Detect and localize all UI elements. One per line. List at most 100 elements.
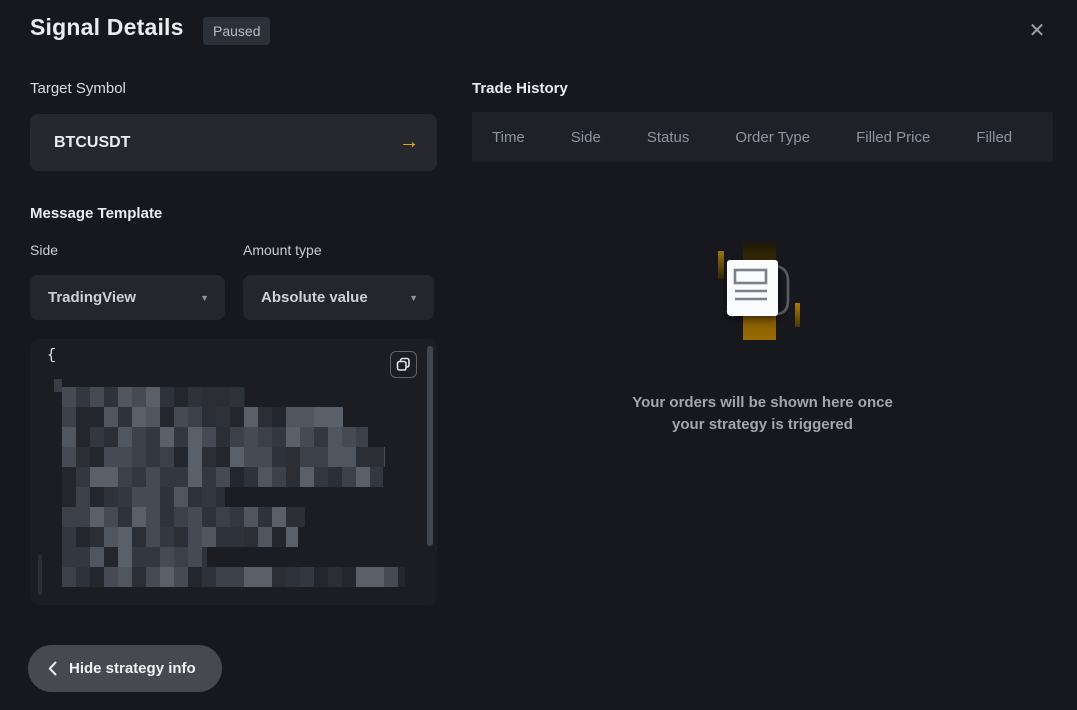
redacted-cell [118,407,132,427]
redacted-cell [244,387,245,407]
arrow-right-icon[interactable]: → [399,131,419,154]
redacted-cell [132,567,146,587]
redacted-cell [328,567,342,587]
redacted-code-row [62,567,405,587]
redacted-cell [398,567,405,587]
redacted-cell [202,507,216,527]
target-symbol-field[interactable]: BTCUSDT → [30,114,437,171]
redacted-fragment [54,379,62,392]
redacted-cell [216,467,230,487]
redacted-cell [62,507,76,527]
message-template-code-block[interactable]: { [30,339,437,605]
redacted-cell [258,467,272,487]
side-dropdown-value: TradingView [48,289,136,306]
redacted-cell [286,507,300,527]
redacted-cell [118,387,132,407]
redacted-cell [160,567,174,587]
redacted-code-row [62,467,383,487]
signal-details-modal: Signal Details Paused ✕ Target Symbol BT… [0,0,1077,710]
redacted-cell [188,487,202,507]
hide-strategy-info-button[interactable]: Hide strategy info [28,645,222,692]
redacted-cell [160,467,174,487]
redacted-cell [356,447,370,467]
redacted-cell [160,387,174,407]
redacted-cell [132,467,146,487]
redacted-cell [104,387,118,407]
redacted-cell [314,467,328,487]
redacted-cell [328,407,342,427]
redacted-cell [202,547,207,567]
redacted-cell [132,447,146,467]
redacted-cell [272,407,286,427]
redacted-cell [118,507,132,527]
status-badge: Paused [203,17,270,45]
redacted-cell [356,427,368,447]
redacted-cell [342,447,356,467]
redacted-cell [90,487,104,507]
redacted-cell [202,487,216,507]
close-icon[interactable]: ✕ [1021,14,1053,46]
redacted-cell [258,407,272,427]
redacted-fragment [38,555,42,595]
redacted-cell [286,407,300,427]
redacted-cell [370,567,384,587]
redacted-cell [62,407,76,427]
candle-wick [718,251,724,279]
redacted-cell [90,507,104,527]
redacted-cell [230,567,244,587]
redacted-code-row [62,547,207,567]
redacted-cell [62,447,76,467]
side-label: Side [30,242,58,258]
redacted-cell [76,567,90,587]
redacted-cell [90,547,104,567]
redacted-cell [216,487,225,507]
redacted-cell [188,387,202,407]
chevron-down-icon: ▼ [200,293,209,303]
redacted-cell [174,447,188,467]
redacted-cell [146,567,160,587]
redacted-cell [118,427,132,447]
redacted-cell [174,427,188,447]
redacted-cell [132,507,146,527]
redacted-cell [300,567,314,587]
redacted-cell [62,467,76,487]
redacted-cell [314,567,328,587]
redacted-cell [132,527,146,547]
redacted-cell [174,507,188,527]
redacted-cell [118,547,132,567]
message-template-label: Message Template [30,205,162,222]
redacted-cell [202,407,216,427]
redacted-cell [286,567,300,587]
redacted-cell [356,467,370,487]
redacted-cell [188,447,202,467]
redacted-cell [216,387,230,407]
redacted-cell [202,467,216,487]
side-dropdown[interactable]: TradingView ▼ [30,275,225,320]
amount-type-label: Amount type [243,242,322,258]
trade-history-header-row: Time Side Status Order Type Filled Price… [472,112,1053,162]
copy-button[interactable] [390,351,417,378]
redacted-code-content [62,387,405,587]
redacted-cell [272,527,286,547]
redacted-cell [90,427,104,447]
redacted-cell [342,407,343,427]
redacted-cell [328,447,342,467]
document-sheet [727,260,778,316]
redacted-cell [216,507,230,527]
redacted-cell [300,447,314,467]
redacted-code-row [62,387,245,407]
code-scrollbar[interactable] [427,346,433,546]
redacted-cell [244,407,258,427]
redacted-cell [216,427,230,447]
redacted-cell [286,527,298,547]
amount-type-dropdown[interactable]: Absolute value ▼ [243,275,434,320]
empty-state-message: Your orders will be shown here once your… [472,392,1053,436]
redacted-cell [258,527,272,547]
redacted-cell [104,467,118,487]
redacted-cell [174,387,188,407]
redacted-cell [384,447,385,467]
redacted-cell [188,467,202,487]
redacted-cell [146,387,160,407]
redacted-cell [272,467,286,487]
redacted-cell [342,567,356,587]
